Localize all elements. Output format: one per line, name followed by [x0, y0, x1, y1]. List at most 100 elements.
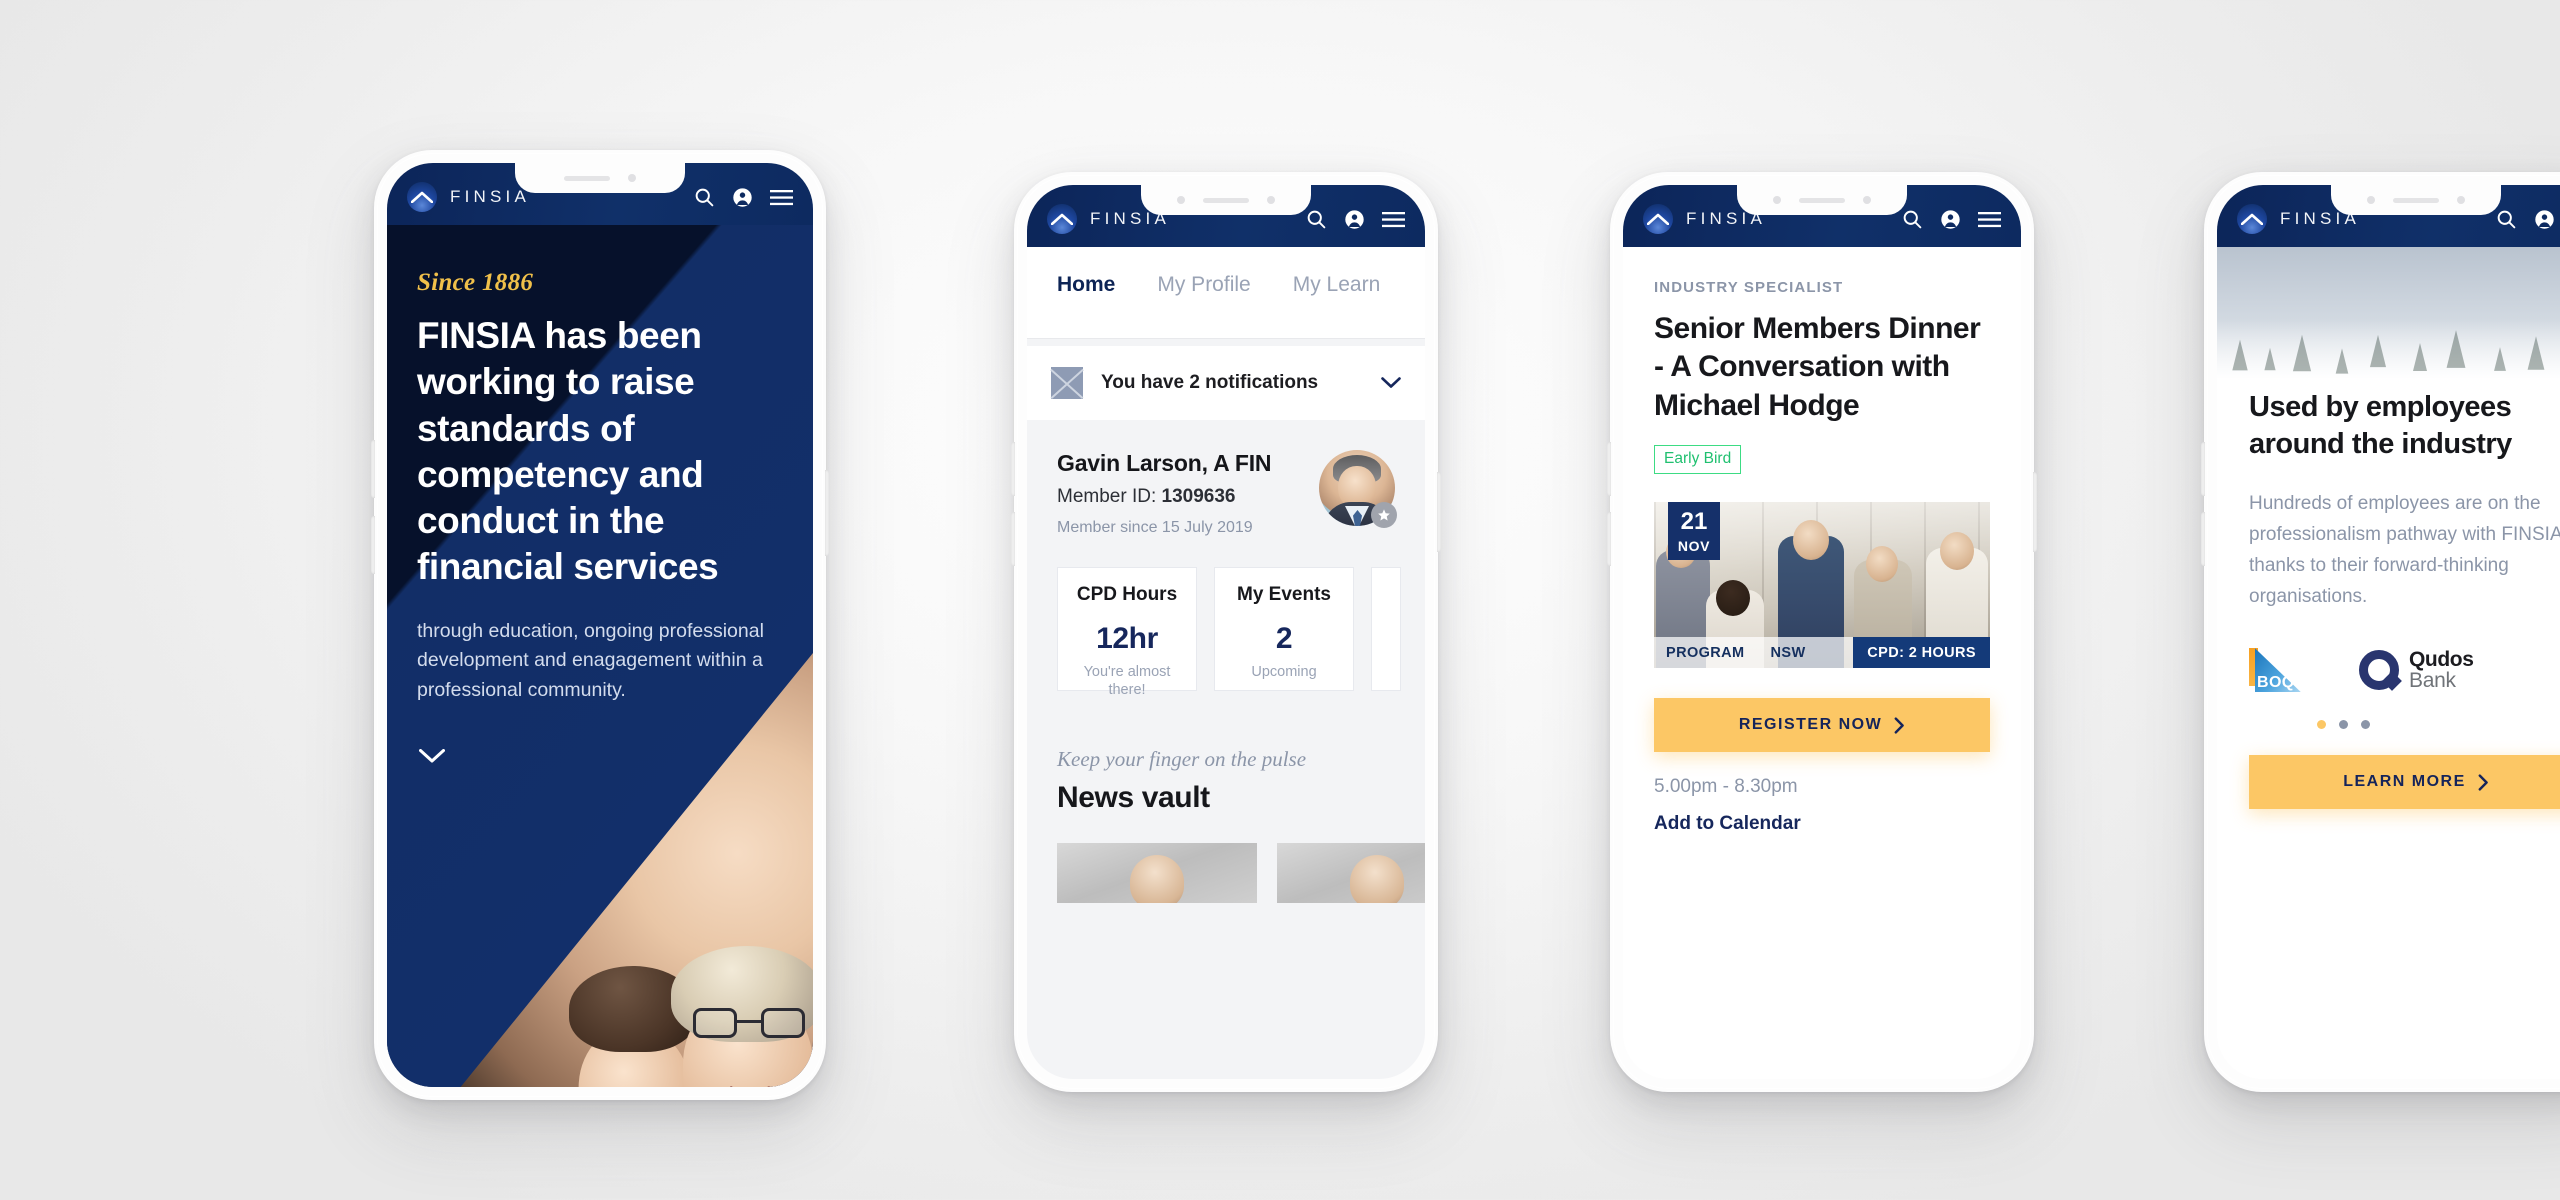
stat-card-row: CPD Hours 12hr You're almost there! My E…: [1027, 537, 1425, 698]
member-summary: Gavin Larson, A FIN Member ID: 1309636 M…: [1027, 420, 1425, 537]
event-meta-cpd: CPD: 2 HOURS: [1853, 637, 1990, 669]
phone3-app-bar-actions: [1902, 209, 2001, 230]
qudos-bank-logo: Qudos Bank: [2359, 648, 2474, 693]
phone1-hero-content: Since 1886 FINSIA has been working to ra…: [387, 225, 813, 705]
phone1-notch: [515, 163, 685, 193]
stat-title: My Events: [1237, 584, 1331, 605]
showcase-canvas: FINSIA Since 1886 FINSIA has been workin…: [0, 0, 2560, 1200]
finsia-wordmark: FINSIA: [450, 187, 530, 206]
chevron-right-icon: [1894, 717, 1905, 734]
account-icon[interactable]: [2534, 209, 2555, 230]
event-time: 5.00pm - 8.30pm: [1654, 776, 1798, 798]
finsia-chevron-logo: [1047, 204, 1077, 234]
image-placeholder-icon: [1051, 367, 1083, 399]
hero-headline: FINSIA has been working to raise standar…: [417, 315, 719, 588]
carousel-dot-1[interactable]: [2317, 720, 2326, 730]
news-vault-section: Keep your finger on the pulse News vault: [1027, 747, 1425, 903]
stat-subtext: You're almost there!: [1083, 664, 1171, 699]
phone2-screen: FINSIA Home My Profile My Learn You have…: [1027, 185, 1425, 1079]
carousel-dot-3[interactable]: [2361, 720, 2370, 730]
phone3-speaker-grille: [1799, 197, 1845, 203]
stat-value: 12hr: [1096, 622, 1158, 655]
star-badge-icon: [1371, 502, 1397, 528]
carousel-dots: [2317, 720, 2560, 730]
phone2-notch: [1141, 185, 1311, 215]
phone1-hero-section: Since 1886 FINSIA has been working to ra…: [387, 225, 813, 1087]
phone2-volume-down-button[interactable]: [1011, 512, 1015, 566]
news-thumbnail[interactable]: [1277, 843, 1425, 903]
photo-figure-head: [1716, 580, 1750, 617]
partners-heading: Used by employees around the industry: [2249, 391, 2512, 461]
finsia-chevron-logo: [407, 182, 437, 212]
phone3-volume-up-button[interactable]: [1607, 442, 1611, 496]
event-meta-type: PROGRAM: [1666, 644, 1745, 661]
phone3-sensor: [1863, 196, 1871, 204]
phone3-front-camera: [1773, 196, 1781, 204]
phone1-volume-down-button[interactable]: [371, 516, 375, 574]
chevron-down-icon[interactable]: [419, 749, 813, 764]
hamburger-menu-icon[interactable]: [1382, 211, 1405, 228]
phone1-brand[interactable]: FINSIA: [407, 182, 530, 212]
partners-body-text: Hundreds of employees are on the profess…: [2249, 493, 2560, 607]
phone-mockup-3: FINSIA INDUSTRY SPECIALIST Senior Member…: [1607, 172, 2037, 1092]
news-thumbnail[interactable]: [1057, 843, 1257, 903]
account-icon[interactable]: [1940, 209, 1961, 230]
news-thumbnail-strip: [1057, 843, 1425, 903]
event-meta-state: NSW: [1770, 644, 1806, 661]
phone1-volume-buttons[interactable]: [371, 440, 375, 498]
finsia-chevron-logo: [1643, 204, 1673, 234]
learn-more-label: LEARN MORE: [2343, 773, 2466, 791]
phone3-volume-down-button[interactable]: [1607, 512, 1611, 566]
news-kicker: Keep your finger on the pulse: [1057, 747, 1307, 771]
carousel-dot-2[interactable]: [2339, 720, 2348, 730]
stat-title: CPD Hours: [1076, 584, 1178, 605]
chevron-down-icon[interactable]: [1381, 377, 1401, 389]
member-since: Member since 15 July 2019: [1057, 519, 1253, 536]
qudos-logo-line2: Bank: [2409, 669, 2456, 693]
photo-figure-head: [1793, 520, 1829, 561]
phone2-dashboard: Home My Profile My Learn You have 2 noti…: [1027, 247, 1425, 1079]
phone4-volume-down-button[interactable]: [2201, 512, 2205, 566]
partner-logo-carousel[interactable]: BOQ Qudos Bank: [2249, 646, 2560, 694]
phone4-front-camera: [2367, 196, 2375, 204]
hamburger-menu-icon[interactable]: [1978, 211, 2001, 228]
search-icon[interactable]: [694, 187, 715, 208]
member-id-label: Member ID:: [1057, 486, 1157, 507]
phone1-front-camera: [628, 174, 636, 182]
notification-banner[interactable]: You have 2 notifications: [1027, 346, 1425, 420]
phone2-power-button[interactable]: [1437, 472, 1441, 552]
boq-logo: BOQ: [2249, 646, 2301, 694]
event-category: INDUSTRY SPECIALIST: [1654, 279, 1844, 296]
stat-card-my-events[interactable]: My Events 2 Upcoming: [1214, 567, 1354, 691]
avatar[interactable]: [1319, 450, 1397, 528]
account-icon[interactable]: [1344, 209, 1365, 230]
tab-home[interactable]: Home: [1057, 273, 1115, 338]
search-icon[interactable]: [2496, 209, 2517, 230]
phone-mockup-1: FINSIA Since 1886 FINSIA has been workin…: [371, 150, 829, 1100]
phone4-sensor: [2457, 196, 2465, 204]
learn-more-button[interactable]: LEARN MORE: [2249, 755, 2560, 810]
phone4-screen: FINSIA Used by employees around the indu…: [2217, 185, 2560, 1079]
search-icon[interactable]: [1902, 209, 1923, 230]
misty-forest-photo: [2217, 247, 2560, 379]
status-badge: Early Bird: [1654, 445, 1742, 475]
finsia-chevron-logo: [2237, 204, 2267, 234]
register-now-button[interactable]: REGISTER NOW: [1654, 698, 1990, 753]
tab-my-learning[interactable]: My Learn: [1293, 273, 1381, 338]
partners-copy: Used by employees around the industry Hu…: [2217, 379, 2560, 730]
phone3-power-button[interactable]: [2033, 472, 2037, 552]
news-title: News vault: [1057, 781, 1210, 814]
stat-card-next[interactable]: [1371, 567, 1401, 691]
hero-body-text: through education, ongoing professional …: [417, 619, 764, 701]
phone1-screen: FINSIA Since 1886 FINSIA has been workin…: [387, 163, 813, 1087]
add-to-calendar-link[interactable]: Add to Calendar: [1654, 813, 1990, 835]
tab-my-profile[interactable]: My Profile: [1157, 273, 1250, 338]
phone1-power-button[interactable]: [825, 470, 829, 556]
search-icon[interactable]: [1306, 209, 1327, 230]
stat-card-cpd-hours[interactable]: CPD Hours 12hr You're almost there!: [1057, 567, 1197, 698]
phone2-volume-up-button[interactable]: [1011, 442, 1015, 496]
phone4-app-bar-actions: [2496, 209, 2560, 230]
account-icon[interactable]: [732, 187, 753, 208]
phone4-volume-up-button[interactable]: [2201, 442, 2205, 496]
hamburger-menu-icon[interactable]: [770, 189, 793, 206]
